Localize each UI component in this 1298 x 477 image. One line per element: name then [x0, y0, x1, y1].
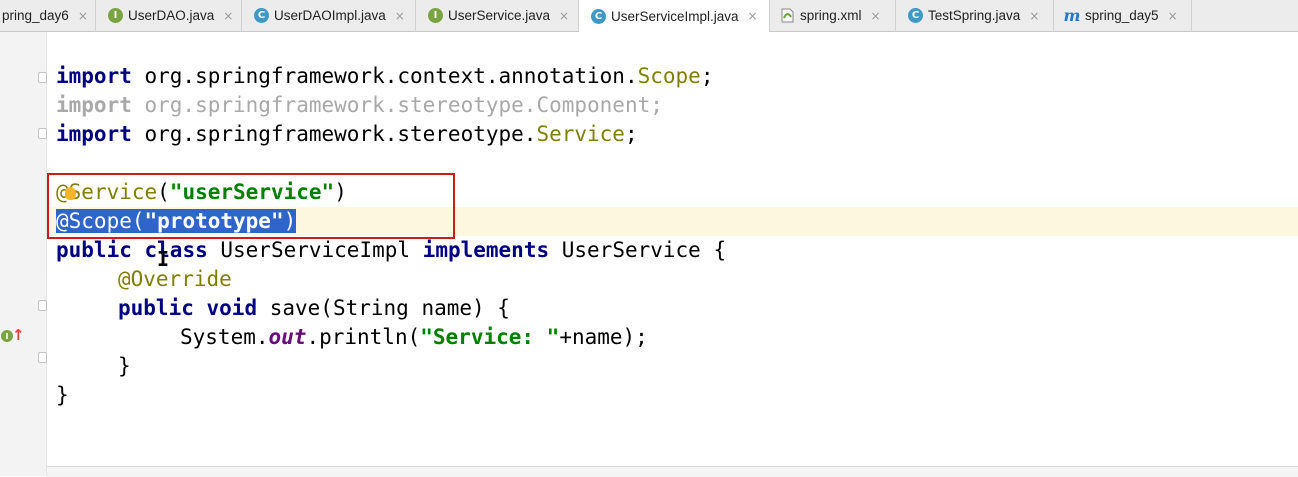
code-line-method-decl: public void save(String name) {	[118, 294, 510, 323]
interface-icon: I	[428, 8, 443, 23]
static-field: out	[268, 325, 307, 349]
tab-testspring[interactable]: C TestSpring.java ×	[896, 0, 1054, 31]
semicolon: ;	[624, 122, 638, 146]
method-call: .println(	[306, 325, 421, 349]
code-line-3: import org.springframework.stereotype.Se…	[56, 120, 638, 149]
keyword: import	[56, 93, 132, 117]
close-icon[interactable]: ×	[223, 9, 233, 23]
class-icon: C	[591, 8, 606, 24]
tab-userserviceimpl[interactable]: C UserServiceImpl.java ×	[579, 0, 770, 32]
tab-userservice[interactable]: I UserService.java ×	[416, 0, 579, 31]
keyword: import	[56, 122, 132, 146]
go-to-super-arrow-icon[interactable]: ↑	[12, 326, 25, 344]
semicolon: ;	[700, 64, 714, 88]
tab-label: UserService.java	[448, 8, 551, 23]
tab-label: pring_day6	[2, 8, 69, 23]
tab-label: UserDAOImpl.java	[274, 8, 386, 23]
class-name: UserServiceImpl	[207, 238, 423, 262]
close-icon[interactable]: ×	[1168, 9, 1178, 23]
tab-label: TestSpring.java	[928, 8, 1021, 23]
keyword: class	[144, 238, 208, 262]
class-ref: Scope	[637, 64, 701, 88]
editor-gutter: I ↑	[0, 32, 47, 476]
keyword: void	[206, 296, 258, 320]
tab-userdao[interactable]: I UserDAO.java ×	[96, 0, 242, 31]
string-literal: "Service: "	[420, 325, 560, 349]
code-line-override: @Override	[118, 265, 232, 294]
fold-marker-icon[interactable]	[38, 72, 47, 83]
unused-import: org.springframework.stereotype.Component…	[131, 93, 663, 117]
tab-label: UserServiceImpl.java	[611, 8, 739, 24]
call-tail: +name);	[559, 325, 648, 349]
fold-marker-icon[interactable]	[38, 352, 47, 363]
tab-userdaoimpl[interactable]: C UserDAOImpl.java ×	[242, 0, 416, 31]
code-line-2: import org.springframework.stereotype.Co…	[56, 91, 663, 120]
code-line-class-close: }	[56, 381, 69, 410]
close-icon[interactable]: ×	[1029, 9, 1039, 23]
interface-icon: I	[108, 8, 123, 23]
keyword: import	[56, 64, 132, 88]
system-ref: System.	[180, 325, 269, 349]
code-line-println: System.out.println("Service: "+name);	[180, 323, 648, 352]
method-signature: save(String name) {	[257, 296, 510, 320]
test-class-icon: C	[908, 8, 923, 23]
code-line-method-close: }	[118, 352, 131, 381]
tab-label: spring_day5	[1085, 8, 1159, 23]
closing-brace: }	[56, 383, 69, 407]
override-annotation: @Override	[118, 267, 232, 291]
maven-module-icon: m	[1063, 6, 1081, 25]
tab-label: UserDAO.java	[128, 8, 215, 23]
close-icon[interactable]: ×	[871, 9, 881, 23]
keyword: implements	[422, 238, 550, 262]
tab-spring-xml[interactable]: spring.xml ×	[770, 0, 896, 31]
package-path: org.springframework.stereotype.	[131, 122, 537, 146]
class-ref: Service	[536, 122, 625, 146]
close-icon[interactable]: ×	[78, 9, 88, 23]
code-editor[interactable]: import org.springframework.context.annot…	[47, 32, 1298, 476]
breadcrumb-strip	[47, 466, 1298, 477]
tab-label: spring.xml	[800, 8, 862, 23]
close-icon[interactable]: ×	[559, 9, 569, 23]
fold-marker-icon[interactable]	[38, 300, 47, 311]
class-icon: C	[254, 8, 269, 23]
close-icon[interactable]: ×	[748, 9, 758, 23]
interface-ref: UserService {	[549, 238, 727, 262]
close-icon[interactable]: ×	[395, 9, 405, 23]
tab-spring-day5[interactable]: m spring_day5 ×	[1054, 0, 1192, 31]
editor-tab-bar: pring_day6 × I UserDAO.java × C UserDAOI…	[0, 0, 1298, 32]
annotation-highlight-box	[47, 173, 455, 239]
tab-spring-day6[interactable]: pring_day6 ×	[0, 0, 96, 31]
keyword: public	[118, 296, 194, 320]
closing-brace: }	[118, 354, 131, 378]
xml-icon	[780, 8, 795, 23]
package-path: org.springframework.context.annotation.	[131, 64, 638, 88]
code-line-1: import org.springframework.context.annot…	[56, 62, 713, 91]
keyword: public	[56, 238, 132, 262]
fold-marker-icon[interactable]	[38, 128, 47, 139]
